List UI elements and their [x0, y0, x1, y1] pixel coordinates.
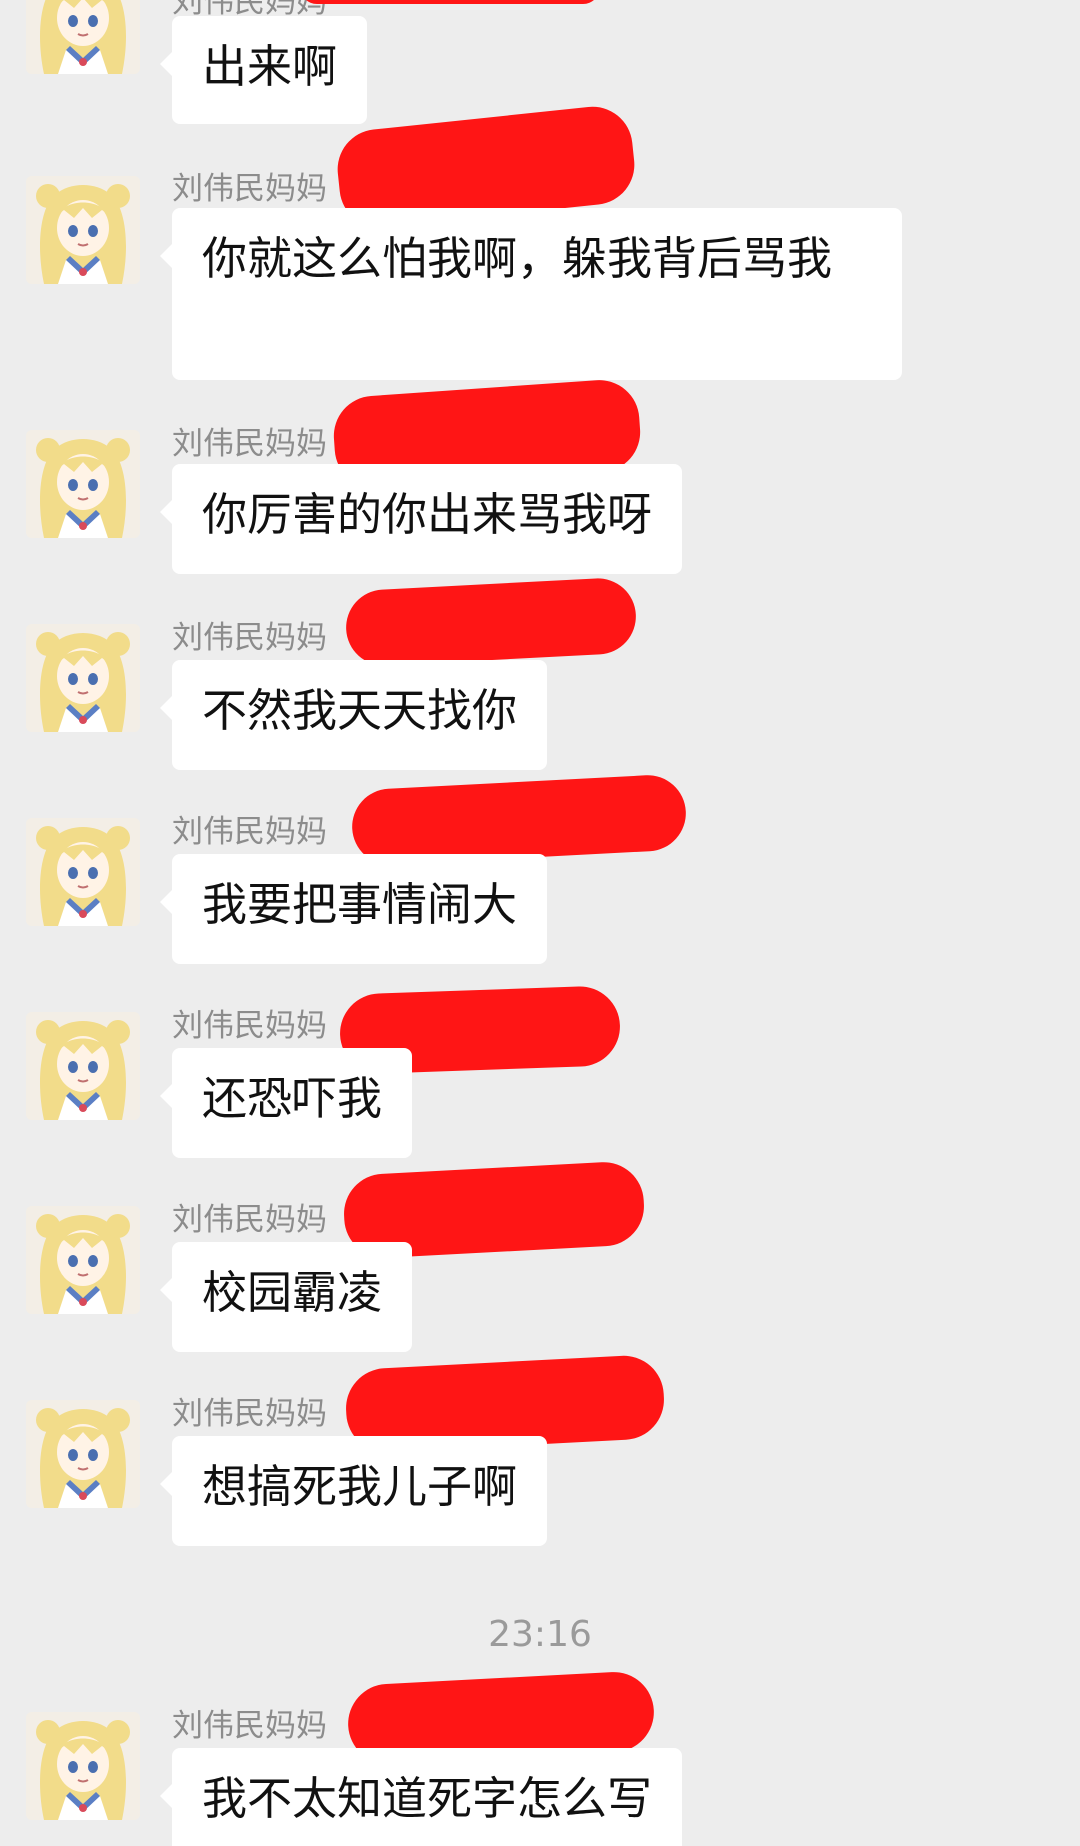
- anime-girl-avatar-icon: [26, 1012, 140, 1120]
- sender-name: 刘伟民妈妈: [172, 814, 327, 850]
- redaction-mark: [344, 576, 638, 668]
- avatar[interactable]: [26, 430, 140, 538]
- anime-girl-avatar-icon: [26, 1206, 140, 1314]
- anime-girl-avatar-icon: [26, 1712, 140, 1820]
- message-bubble[interactable]: 不然我天天找你: [159, 660, 548, 770]
- avatar[interactable]: [26, 1012, 140, 1120]
- sender-name: 刘伟民妈妈: [172, 1396, 327, 1432]
- timestamp: 23:16: [488, 1614, 592, 1655]
- sender-name: 刘伟民妈妈: [172, 620, 327, 656]
- avatar[interactable]: [26, 176, 140, 284]
- message-bubble[interactable]: 出来啊: [159, 16, 368, 124]
- message-bubble[interactable]: 你就这么怕我啊，躲我背后骂我: [160, 208, 902, 380]
- message-bubble[interactable]: 我不太知道死字怎么写: [159, 1748, 683, 1846]
- avatar[interactable]: [26, 818, 140, 926]
- anime-girl-avatar-icon: [26, 1400, 140, 1508]
- sender-name: 刘伟民妈妈: [172, 1708, 327, 1744]
- message-bubble[interactable]: 你厉害的你出来骂我呀: [159, 464, 683, 574]
- anime-girl-avatar-icon: [26, 0, 140, 74]
- sender-name: 刘伟民妈妈: [172, 171, 327, 207]
- anime-girl-avatar-icon: [26, 176, 140, 284]
- avatar[interactable]: [26, 1400, 140, 1508]
- message-bubble[interactable]: 还恐吓我: [159, 1048, 413, 1158]
- redaction-mark: [300, 0, 600, 4]
- anime-girl-avatar-icon: [26, 818, 140, 926]
- sender-name: 刘伟民妈妈: [172, 1202, 327, 1238]
- message-bubble[interactable]: 校园霸凌: [159, 1242, 413, 1352]
- message-bubble[interactable]: 我要把事情闹大: [159, 854, 548, 964]
- redaction-mark: [350, 773, 688, 867]
- avatar[interactable]: [26, 1206, 140, 1314]
- avatar[interactable]: [26, 0, 140, 74]
- sender-name: 刘伟民妈妈: [172, 1008, 327, 1044]
- avatar[interactable]: [26, 1712, 140, 1820]
- anime-girl-avatar-icon: [26, 430, 140, 538]
- anime-girl-avatar-icon: [26, 624, 140, 732]
- avatar[interactable]: [26, 624, 140, 732]
- message-bubble[interactable]: 想搞死我儿子啊: [159, 1436, 548, 1546]
- sender-name: 刘伟民妈妈: [172, 426, 327, 462]
